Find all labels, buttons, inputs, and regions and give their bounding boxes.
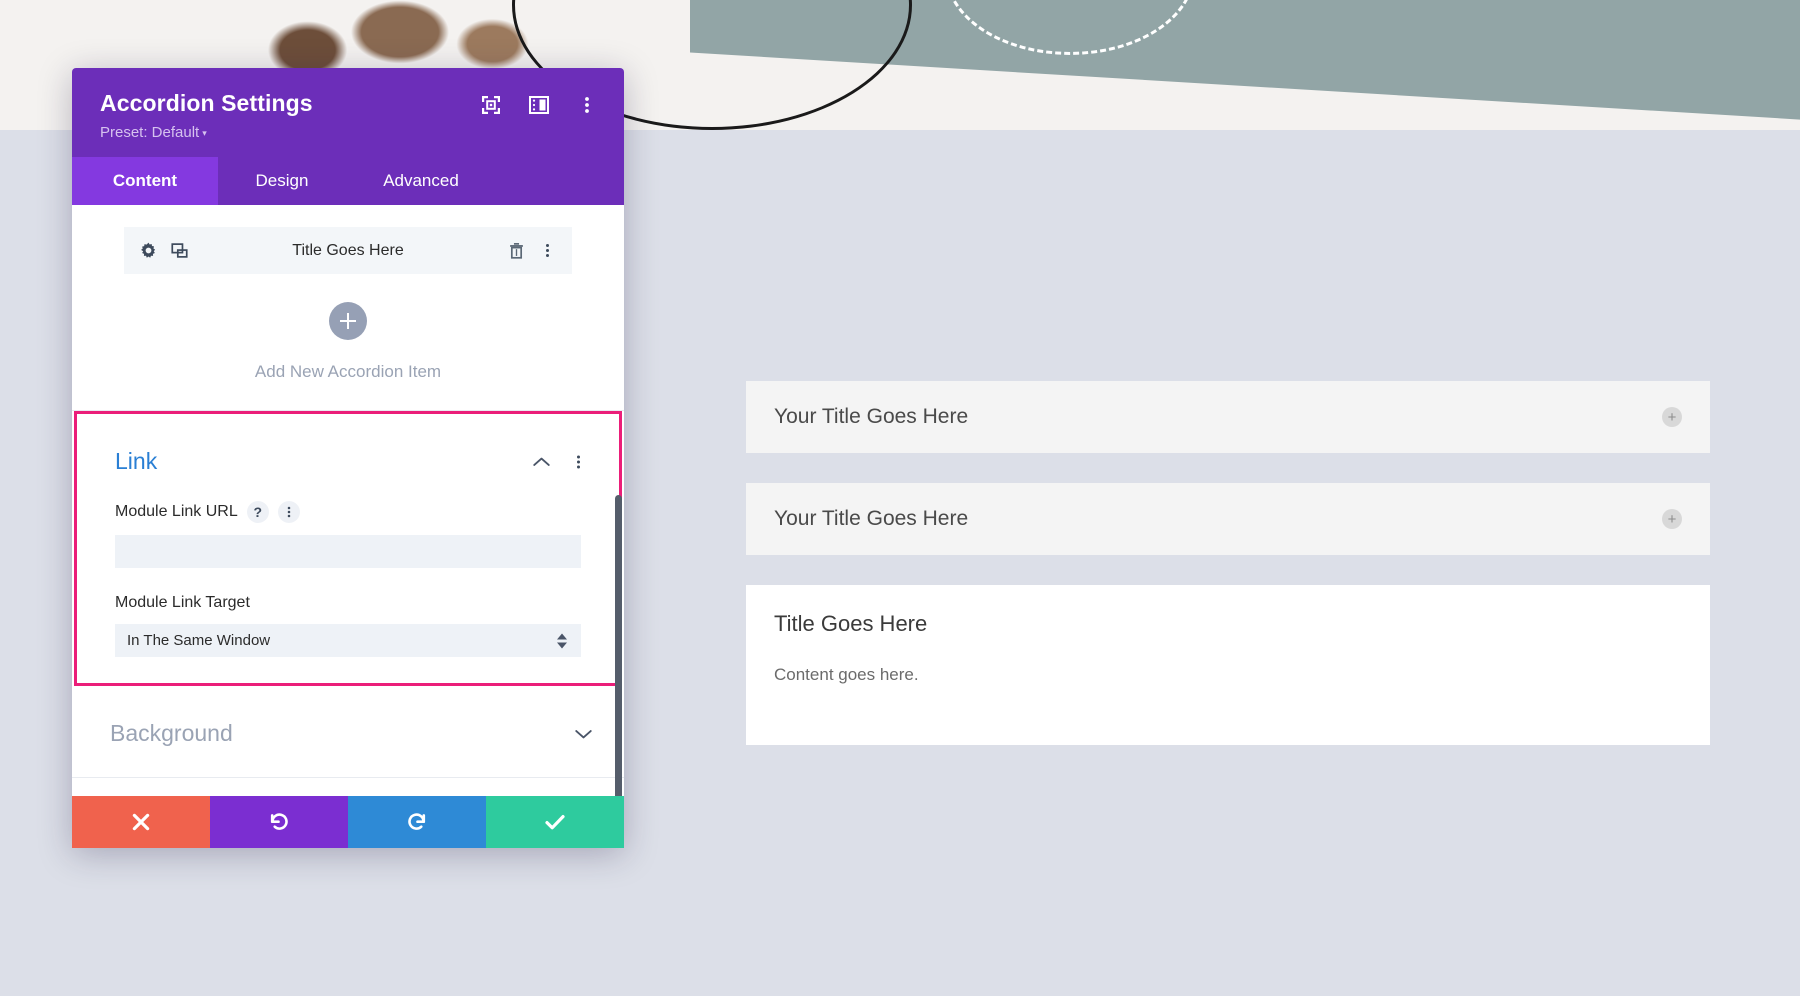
link-header-icons	[533, 453, 587, 470]
module-link-target-label: Module Link Target	[115, 594, 250, 611]
preview-accordion-title: Your Title Goes Here	[774, 507, 969, 530]
modal-header: Accordion Settings Preset: Default ▾	[72, 68, 624, 157]
undo-button[interactable]	[210, 796, 348, 848]
modal-body: Title Goes Here Add New Accordion Item L…	[72, 205, 624, 796]
link-section-title: Link	[115, 448, 158, 474]
modal-header-icons	[480, 94, 598, 116]
tab-advanced[interactable]: Advanced	[346, 157, 496, 205]
preview-accordion-item-2[interactable]: Your Title Goes Here +	[746, 483, 1710, 555]
module-link-target-field-block: Module Link Target In The Same Window	[77, 594, 619, 657]
preset-label: Preset: Default	[100, 124, 200, 141]
page-root: Your Title Goes Here + Your Title Goes H…	[0, 0, 1800, 996]
background-section-title: Background	[110, 720, 233, 746]
plus-icon[interactable]	[329, 302, 367, 340]
undo-icon	[268, 811, 290, 833]
preset-selector[interactable]: Preset: Default ▾	[100, 124, 596, 141]
module-link-target-select[interactable]: In The Same Window	[115, 624, 581, 657]
vertical-dots-icon[interactable]	[277, 501, 300, 523]
save-button[interactable]	[486, 796, 624, 848]
plus-icon[interactable]: +	[1662, 407, 1682, 427]
add-circle-wrap	[329, 302, 367, 340]
preview-accordion-item-1[interactable]: Your Title Goes Here +	[746, 381, 1710, 453]
check-icon	[543, 810, 567, 834]
modal-scroll-track[interactable]	[615, 205, 623, 796]
background-section-header[interactable]: Background	[72, 686, 624, 777]
modal-footer	[72, 796, 624, 848]
modal-scrollbar-thumb[interactable]	[615, 495, 622, 796]
module-link-target-value: In The Same Window	[127, 632, 271, 649]
redo-button[interactable]	[348, 796, 486, 848]
item-left-icons	[140, 242, 188, 259]
gear-icon[interactable]	[140, 242, 157, 259]
preview-accordion-body: Content goes here.	[774, 665, 919, 684]
vertical-dots-icon[interactable]	[539, 242, 556, 259]
cancel-button[interactable]	[72, 796, 210, 848]
module-link-url-label: Module Link URL	[115, 503, 238, 520]
tab-content[interactable]: Content	[72, 157, 218, 205]
chevron-up-icon[interactable]	[533, 453, 550, 470]
focus-target-icon[interactable]	[480, 94, 502, 116]
chevron-down-icon: ▾	[202, 127, 207, 138]
module-link-url-label-row: Module Link URL ?	[115, 501, 581, 523]
select-arrows-icon	[557, 633, 567, 648]
redo-icon	[406, 811, 428, 833]
accordion-item-title: Title Goes Here	[292, 241, 404, 259]
module-link-target-label-row: Module Link Target	[115, 594, 581, 612]
module-link-url-field-block: Module Link URL ?	[77, 501, 619, 568]
plus-icon[interactable]: +	[1662, 509, 1682, 529]
preview-accordion-title: Title Goes Here	[774, 611, 928, 636]
vertical-dots-icon[interactable]	[570, 453, 587, 470]
section-divider	[72, 777, 624, 778]
trash-icon[interactable]	[508, 242, 525, 259]
accordion-preview: Your Title Goes Here + Your Title Goes H…	[746, 381, 1710, 745]
close-icon	[131, 812, 151, 832]
duplicate-icon[interactable]	[171, 242, 188, 259]
modal-tabs: Content Design Advanced	[72, 157, 624, 205]
accordion-settings-modal: Accordion Settings Preset: Default ▾ Con…	[72, 68, 624, 848]
add-new-accordion-item[interactable]: Add New Accordion Item	[72, 302, 624, 410]
preview-accordion-title: Your Title Goes Here	[774, 405, 969, 428]
panel-layout-icon[interactable]	[528, 94, 550, 116]
vertical-dots-icon[interactable]	[576, 94, 598, 116]
tab-design[interactable]: Design	[218, 157, 346, 205]
module-link-url-input[interactable]	[115, 535, 581, 568]
link-section-header[interactable]: Link	[77, 414, 619, 475]
accordion-item-row[interactable]: Title Goes Here	[124, 227, 572, 274]
preview-accordion-item-3[interactable]: Title Goes Here Content goes here.	[746, 585, 1710, 745]
help-icon[interactable]: ?	[246, 501, 269, 523]
chevron-down-icon[interactable]	[575, 725, 592, 742]
item-right-icons	[508, 242, 556, 259]
add-new-accordion-item-label: Add New Accordion Item	[254, 362, 442, 381]
link-section: Link Module Link URL ? Module Link Targe…	[74, 411, 622, 686]
